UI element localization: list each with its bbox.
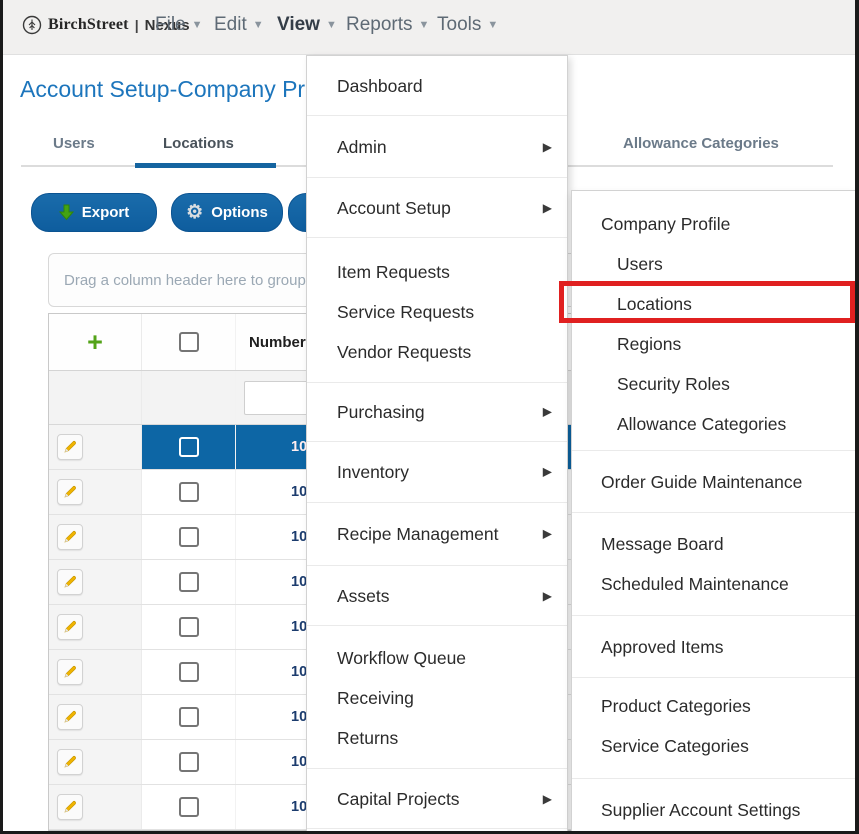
edit-row-button[interactable] bbox=[57, 794, 83, 820]
menubar-item-edit[interactable]: Edit▼ bbox=[214, 14, 264, 36]
submenu-arrow-icon: ▶ bbox=[543, 769, 552, 829]
menu-item-returns[interactable]: Returns bbox=[307, 718, 567, 758]
row-checkbox[interactable] bbox=[179, 617, 199, 637]
submenu-item-approved-items[interactable]: Approved Items bbox=[572, 616, 855, 678]
submenu-item-product-categories[interactable]: Product Categories bbox=[572, 686, 855, 726]
menubar-item-view[interactable]: View▼ bbox=[277, 14, 337, 36]
submenu-arrow-icon: ▶ bbox=[543, 442, 552, 503]
tab-locations[interactable]: Locations bbox=[163, 135, 234, 152]
row-checkbox[interactable] bbox=[179, 482, 199, 502]
menubar-item-tools[interactable]: Tools▼ bbox=[437, 14, 498, 36]
edit-row-button[interactable] bbox=[57, 614, 83, 640]
submenu-arrow-icon: ▶ bbox=[543, 503, 552, 566]
submenu-arrow-icon: ▶ bbox=[543, 116, 552, 178]
menubar-item-reports[interactable]: Reports▼ bbox=[346, 14, 429, 36]
menubar-item-file[interactable]: File▼ bbox=[155, 14, 203, 36]
menu-item-inventory[interactable]: Inventory▶ bbox=[307, 442, 567, 503]
row-checkbox[interactable] bbox=[179, 797, 199, 817]
menu-item-capital-projects[interactable]: Capital Projects▶ bbox=[307, 769, 567, 829]
submenu-arrow-icon: ▶ bbox=[543, 178, 552, 238]
menu-item-workflow-queue[interactable]: Workflow Queue bbox=[307, 638, 567, 678]
pencil-icon bbox=[62, 799, 78, 815]
menu-item-recipe-management[interactable]: Recipe Management▶ bbox=[307, 503, 567, 566]
pencil-icon bbox=[62, 709, 78, 725]
submenu-arrow-icon: ▶ bbox=[543, 383, 552, 442]
download-arrow-icon bbox=[59, 204, 74, 221]
edit-row-button[interactable] bbox=[57, 524, 83, 550]
chevron-down-icon: ▼ bbox=[419, 19, 430, 31]
pencil-icon bbox=[62, 529, 78, 545]
menu-item-admin[interactable]: Admin▶ bbox=[307, 116, 567, 178]
submenu-item-security-roles[interactable]: Security Roles bbox=[572, 364, 855, 404]
submenu-item-supplier-account-settings[interactable]: Supplier Account Settings bbox=[572, 779, 855, 834]
gear-icon: ⚙ bbox=[186, 203, 203, 222]
submenu-item-company-profile[interactable]: Company Profile bbox=[572, 204, 855, 244]
menu-group-requests: Item Requests Service Requests Vendor Re… bbox=[307, 238, 567, 383]
pencil-icon bbox=[62, 664, 78, 680]
row-checkbox[interactable] bbox=[179, 437, 199, 457]
menu-item-assets[interactable]: Assets▶ bbox=[307, 566, 567, 626]
active-tab-indicator bbox=[135, 163, 276, 168]
brand-name: BirchStreet bbox=[48, 16, 129, 34]
select-all-cell bbox=[142, 314, 236, 370]
plus-icon: + bbox=[87, 329, 103, 356]
edit-row-button[interactable] bbox=[57, 434, 83, 460]
submenu-item-regions[interactable]: Regions bbox=[572, 324, 855, 364]
edit-row-button[interactable] bbox=[57, 569, 83, 595]
page-title: Account Setup-Company Profile bbox=[20, 76, 347, 103]
tab-allowance-categories[interactable]: Allowance Categories bbox=[623, 135, 779, 152]
chevron-down-icon: ▼ bbox=[253, 19, 264, 31]
view-menu-dropdown: Dashboard Admin▶ Account Setup▶ Item Req… bbox=[306, 55, 568, 834]
menu-item-item-requests[interactable]: Item Requests bbox=[307, 252, 567, 292]
select-all-checkbox[interactable] bbox=[179, 332, 199, 352]
add-row-header-cell[interactable]: + bbox=[49, 314, 142, 370]
app-window: BirchStreet | Nexus File▼ Edit▼ View▼ Re… bbox=[0, 0, 859, 834]
pencil-icon bbox=[62, 439, 78, 455]
row-checkbox[interactable] bbox=[179, 707, 199, 727]
pencil-icon bbox=[62, 754, 78, 770]
submenu-item-locations[interactable]: Locations bbox=[572, 284, 855, 324]
menu-item-receiving[interactable]: Receiving bbox=[307, 678, 567, 718]
options-button[interactable]: ⚙ Options bbox=[171, 193, 283, 232]
edit-row-button[interactable] bbox=[57, 704, 83, 730]
submenu-arrow-icon: ▶ bbox=[543, 566, 552, 626]
menu-item-vendor-requests[interactable]: Vendor Requests bbox=[307, 332, 567, 372]
submenu-item-scheduled-maintenance[interactable]: Scheduled Maintenance bbox=[572, 564, 855, 604]
menu-item-dashboard[interactable]: Dashboard bbox=[307, 56, 567, 116]
chevron-down-icon: ▼ bbox=[192, 19, 203, 31]
brand-separator: | bbox=[134, 17, 140, 33]
edit-row-button[interactable] bbox=[57, 659, 83, 685]
submenu-item-message-board[interactable]: Message Board bbox=[572, 524, 855, 564]
chevron-down-icon: ▼ bbox=[487, 19, 498, 31]
pencil-icon bbox=[62, 619, 78, 635]
menu-group-workflow: Workflow Queue Receiving Returns bbox=[307, 626, 567, 769]
edit-row-button[interactable] bbox=[57, 749, 83, 775]
row-checkbox[interactable] bbox=[179, 572, 199, 592]
submenu-item-allowance-categories[interactable]: Allowance Categories bbox=[572, 404, 855, 444]
account-setup-submenu: Company Profile Users Locations Regions … bbox=[571, 190, 855, 834]
row-checkbox[interactable] bbox=[179, 752, 199, 772]
birchstreet-logo-icon bbox=[21, 14, 43, 36]
edit-row-button[interactable] bbox=[57, 479, 83, 505]
menu-item-service-requests[interactable]: Service Requests bbox=[307, 292, 567, 332]
menu-item-purchasing[interactable]: Purchasing▶ bbox=[307, 383, 567, 442]
pencil-icon bbox=[62, 484, 78, 500]
menu-item-account-setup[interactable]: Account Setup▶ bbox=[307, 178, 567, 238]
chevron-down-icon: ▼ bbox=[326, 19, 337, 31]
export-button[interactable]: Export bbox=[31, 193, 157, 232]
submenu-item-users[interactable]: Users bbox=[572, 244, 855, 284]
row-checkbox[interactable] bbox=[179, 527, 199, 547]
menubar: BirchStreet | Nexus File▼ Edit▼ View▼ Re… bbox=[3, 0, 855, 55]
pencil-icon bbox=[62, 574, 78, 590]
row-checkbox[interactable] bbox=[179, 662, 199, 682]
submenu-item-order-guide-maintenance[interactable]: Order Guide Maintenance bbox=[572, 451, 855, 513]
tab-users[interactable]: Users bbox=[53, 135, 95, 152]
submenu-item-service-categories[interactable]: Service Categories bbox=[572, 726, 855, 766]
